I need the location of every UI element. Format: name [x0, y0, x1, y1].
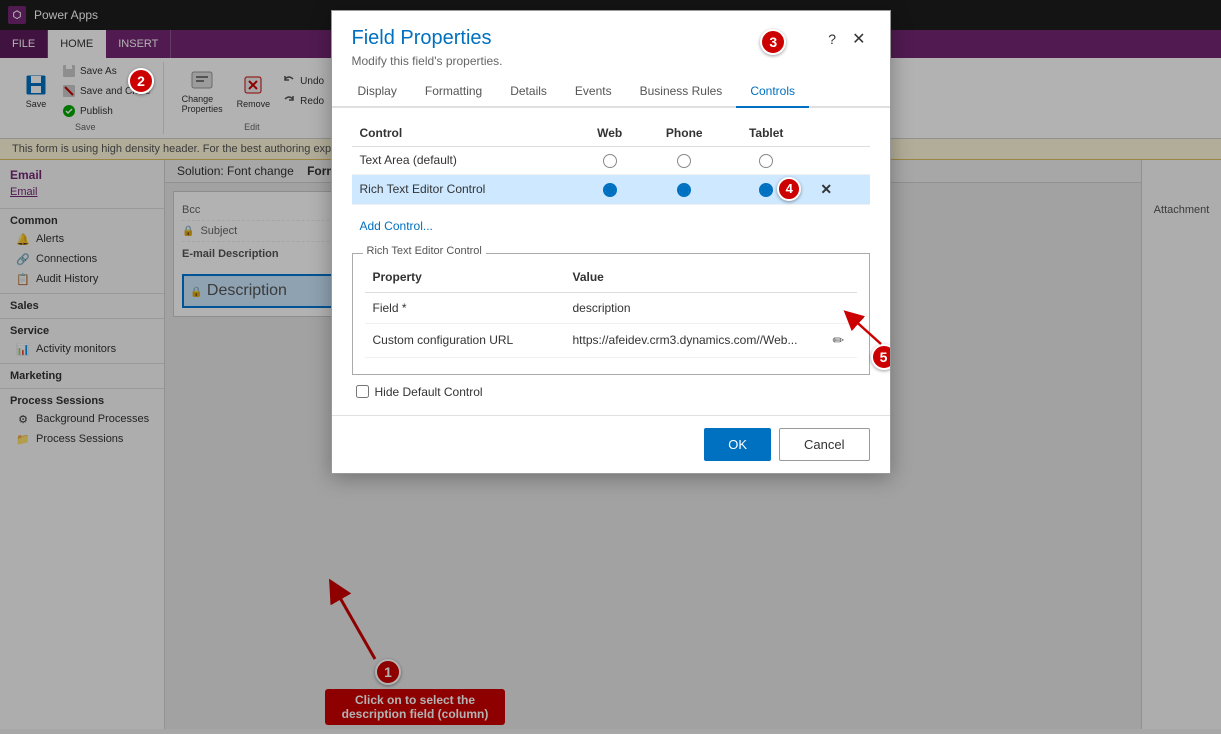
tab-events[interactable]: Events [561, 76, 626, 108]
radio-phone-rte[interactable] [677, 183, 691, 197]
textarea-actions [806, 147, 869, 175]
modal-title: Field Properties [352, 27, 503, 50]
modal-help-button[interactable]: ? [824, 29, 840, 49]
rte-section: Rich Text Editor Control Property Value [352, 253, 870, 375]
value-header: Value [565, 266, 823, 293]
rte-section-legend: Rich Text Editor Control [363, 245, 486, 257]
rte-name: Rich Text Editor Control [352, 174, 578, 204]
col-phone: Phone [642, 120, 726, 147]
rte-web-radio[interactable] [577, 174, 642, 204]
annot-circle-3: 3 [760, 29, 786, 55]
field-prop-label: Field * [365, 292, 565, 323]
url-prop-label: Custom configuration URL [365, 323, 565, 357]
hide-default-checkbox[interactable] [356, 385, 369, 398]
textarea-web-radio[interactable] [577, 147, 642, 175]
col-actions [806, 120, 869, 147]
annot-circle-4: 4 [777, 177, 801, 201]
tab-bar: Display Formatting Details Events Busine… [332, 76, 890, 108]
col-tablet: Tablet [726, 120, 806, 147]
radio-tablet-textarea[interactable] [759, 154, 773, 168]
rte-phone-radio[interactable] [642, 174, 726, 204]
tab-formatting[interactable]: Formatting [411, 76, 496, 108]
ok-button[interactable]: OK [704, 428, 771, 461]
radio-web-rte[interactable] [603, 183, 617, 197]
url-prop-edit[interactable]: ✏ 5 [823, 323, 857, 357]
rte-section-wrapper: Rich Text Editor Control Property Value [352, 253, 870, 375]
modal-overlay: Field Properties Modify this field's pro… [0, 0, 1221, 734]
rte-tablet-radio[interactable]: 4 [726, 174, 806, 204]
modal-header: Field Properties Modify this field's pro… [332, 11, 890, 76]
rte-remove[interactable]: ✕ [806, 174, 869, 204]
action-header [823, 266, 857, 293]
field-properties-modal: Field Properties Modify this field's pro… [331, 10, 891, 474]
controls-table: Control Web Phone Tablet Text Area (defa… [352, 120, 870, 205]
rte-prop-url: Custom configuration URL https://afeidev… [365, 323, 857, 357]
prop-header: Property [365, 266, 565, 293]
col-control: Control [352, 120, 578, 147]
hide-default-label: Hide Default Control [375, 385, 483, 399]
add-control-link[interactable]: Add Control... [360, 219, 433, 233]
modal-header-content: Field Properties Modify this field's pro… [352, 27, 503, 68]
tab-controls[interactable]: Controls [736, 76, 809, 108]
url-prop-value: https://afeidev.crm3.dynamics.com//Web..… [565, 323, 823, 357]
tab-details[interactable]: Details [496, 76, 561, 108]
radio-phone-textarea[interactable] [677, 154, 691, 168]
modal-footer: OK Cancel [332, 415, 890, 473]
table-row-textarea: Text Area (default) [352, 147, 870, 175]
textarea-phone-radio[interactable] [642, 147, 726, 175]
annot5-group: 5 [871, 344, 890, 370]
radio-tablet-rte[interactable]: 4 [759, 183, 773, 197]
modal-body: Control Web Phone Tablet Text Area (defa… [332, 108, 890, 415]
radio-web-textarea[interactable] [603, 154, 617, 168]
rte-props-table: Property Value Field * description [365, 266, 857, 358]
modal-header-actions: 3 ? ✕ [816, 27, 869, 51]
textarea-tablet-radio[interactable] [726, 147, 806, 175]
rte-prop-field: Field * description [365, 292, 857, 323]
annot5-arrow [841, 309, 890, 349]
remove-rte-button[interactable]: ✕ [814, 179, 838, 199]
table-row-rte: Rich Text Editor Control 4 ✕ [352, 174, 870, 204]
modal-close-button[interactable]: ✕ [848, 27, 869, 51]
hide-default-row: Hide Default Control [352, 375, 870, 403]
cancel-button[interactable]: Cancel [779, 428, 869, 461]
tab-display[interactable]: Display [344, 76, 411, 108]
tab-business-rules[interactable]: Business Rules [626, 76, 737, 108]
field-prop-value: description [565, 292, 823, 323]
col-web: Web [577, 120, 642, 147]
textarea-name: Text Area (default) [352, 147, 578, 175]
modal-subtitle: Modify this field's properties. [352, 54, 503, 68]
